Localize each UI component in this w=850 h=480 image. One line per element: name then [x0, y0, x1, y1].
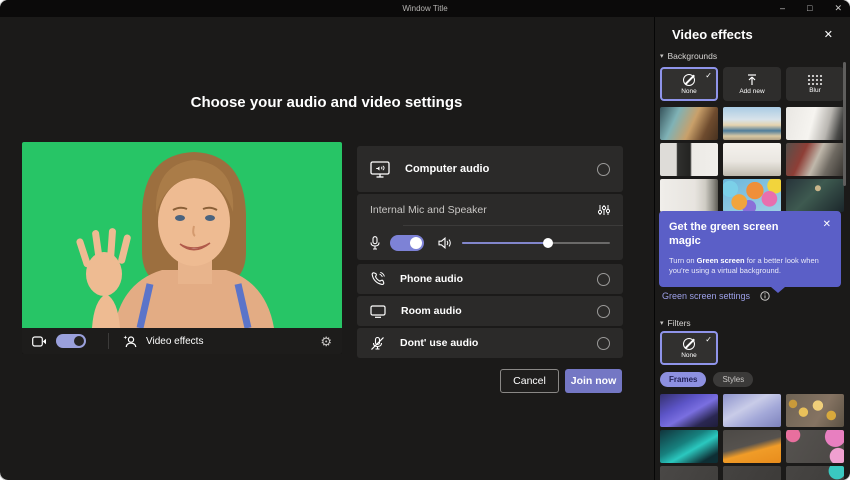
app-window: Window Title – □ ✕ Choose your audio and… — [0, 0, 850, 480]
banner-close-icon[interactable]: ✕ — [823, 219, 831, 230]
thumbnail-white-minimal-room[interactable] — [723, 143, 781, 176]
banner-pointer — [771, 287, 785, 293]
frame-teal-mesh[interactable] — [660, 430, 718, 463]
background-preset-tiles: None ✓ Add new Blur — [660, 67, 844, 101]
filter-thumbnails-grid — [660, 394, 844, 480]
backgrounds-section-header[interactable]: ▾ Backgrounds — [660, 51, 717, 61]
computer-audio-label: Computer audio — [405, 163, 489, 175]
panel-title: Video effects — [672, 27, 753, 42]
volume-thumb[interactable] — [543, 238, 553, 248]
none-icon — [683, 338, 695, 350]
panel-close-icon[interactable]: ✕ — [824, 28, 833, 41]
phone-audio-icon — [370, 272, 385, 287]
thumbnail-dark-game-scene[interactable] — [786, 179, 844, 212]
frame-pink-petals[interactable] — [786, 430, 844, 463]
volume-fill — [462, 242, 548, 244]
toolbar-divider — [108, 333, 109, 349]
filter-none-tile[interactable]: None ✓ — [660, 331, 718, 365]
frame-dark-1[interactable] — [660, 466, 718, 480]
dont-use-audio-label: Dont' use audio — [400, 337, 478, 349]
thumbnail-dark-door-room[interactable] — [660, 143, 718, 176]
upload-icon — [746, 74, 758, 86]
info-icon[interactable] — [760, 291, 770, 301]
volume-slider[interactable] — [462, 237, 610, 249]
preview-toolbar: Video effects ⚙ — [22, 328, 342, 354]
minimize-button[interactable]: – — [780, 0, 785, 17]
mic-off-icon — [370, 336, 385, 351]
maximize-button[interactable]: □ — [807, 0, 812, 17]
title-bar: Window Title – □ ✕ — [0, 0, 850, 17]
thumbnail-office-teal[interactable] — [660, 107, 718, 140]
settings-gear-icon[interactable]: ⚙ — [320, 335, 332, 348]
background-none-tile[interactable]: None ✓ — [660, 67, 718, 101]
chevron-down-icon: ▾ — [660, 319, 664, 327]
backgrounds-section-label: Backgrounds — [668, 51, 718, 61]
blur-icon — [807, 74, 823, 85]
phone-audio-radio[interactable] — [597, 273, 610, 286]
panel-scrollbar[interactable] — [843, 62, 846, 186]
close-button[interactable]: ✕ — [834, 0, 842, 17]
thumbnail-white-wall-plant[interactable] — [660, 179, 718, 212]
video-effects-panel: Video effects ✕ ▾ Backgrounds None ✓ Add… — [654, 17, 850, 480]
none-icon — [683, 74, 695, 86]
filter-category-pills: Frames Styles — [660, 372, 753, 387]
green-screen-settings-link[interactable]: Green screen settings — [662, 291, 750, 301]
video-effects-button[interactable]: Video effects — [146, 336, 203, 347]
green-screen-banner: Get the green screen magic ✕ Turn on Gre… — [659, 211, 841, 287]
thumbnail-beach-view[interactable] — [723, 107, 781, 140]
chevron-down-icon: ▾ — [660, 52, 664, 60]
frame-lavender-wave[interactable] — [723, 394, 781, 427]
frame-orange-wave[interactable] — [723, 430, 781, 463]
phone-audio-label: Phone audio — [400, 273, 463, 285]
thumbnail-bright-window-room[interactable] — [786, 107, 844, 140]
thumbnail-balloons[interactable] — [723, 179, 781, 212]
mic-icon — [370, 236, 380, 250]
room-audio-radio[interactable] — [597, 305, 610, 318]
camera-icon — [32, 336, 47, 347]
phone-audio-option[interactable]: Phone audio — [357, 264, 623, 294]
banner-title: Get the green screen magic — [669, 220, 809, 249]
video-effects-icon — [123, 335, 138, 348]
frames-pill[interactable]: Frames — [660, 372, 706, 387]
background-add-new-tile[interactable]: Add new — [723, 67, 781, 101]
frame-dark-2[interactable] — [723, 466, 781, 480]
computer-audio-radio[interactable] — [597, 163, 610, 176]
background-thumbnails-grid — [660, 107, 844, 212]
filters-section-header[interactable]: ▾ Filters — [660, 318, 691, 328]
styles-pill[interactable]: Styles — [713, 372, 753, 387]
page-title: Choose your audio and video settings — [0, 94, 653, 111]
mic-toggle[interactable] — [390, 235, 424, 251]
computer-audio-option[interactable]: Computer audio — [357, 146, 623, 192]
room-audio-icon — [370, 305, 386, 318]
cancel-button[interactable]: Cancel — [500, 369, 559, 393]
join-now-button[interactable]: Join now — [565, 369, 622, 393]
speaker-icon — [438, 237, 452, 249]
frame-teal-accent[interactable] — [786, 466, 844, 480]
room-audio-label: Room audio — [401, 305, 462, 317]
video-preview: Video effects ⚙ — [22, 142, 342, 354]
dont-use-audio-option[interactable]: Dont' use audio — [357, 328, 623, 358]
background-blur-tile[interactable]: Blur — [786, 67, 844, 101]
computer-audio-icon — [370, 161, 390, 178]
thumbnail-loft-office[interactable] — [786, 143, 844, 176]
camera-toggle[interactable] — [56, 334, 86, 348]
banner-body: Turn on Green screen for a better look w… — [669, 256, 831, 278]
dont-use-audio-radio[interactable] — [597, 337, 610, 350]
device-settings-card: Internal Mic and Speaker — [357, 194, 623, 260]
camera-feed — [22, 142, 342, 328]
check-icon: ✓ — [705, 71, 712, 80]
frame-purple-wave[interactable] — [660, 394, 718, 427]
room-audio-option[interactable]: Room audio — [357, 296, 623, 326]
audio-device-name: Internal Mic and Speaker — [370, 204, 487, 216]
window-title: Window Title — [402, 4, 447, 13]
frame-gold-bokeh[interactable] — [786, 394, 844, 427]
filters-section-label: Filters — [668, 318, 691, 328]
device-options-icon[interactable] — [598, 204, 610, 216]
check-icon: ✓ — [705, 335, 712, 344]
